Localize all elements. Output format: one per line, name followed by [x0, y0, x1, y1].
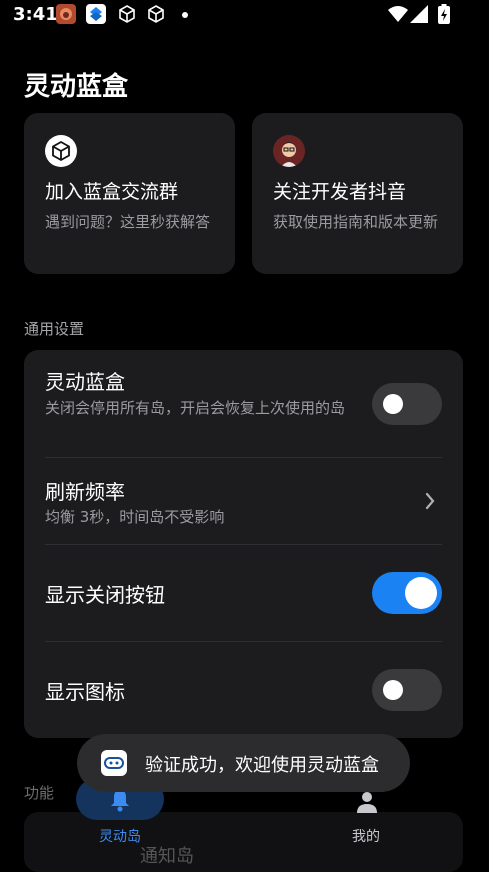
nav-label[interactable]: 我的 [330, 826, 402, 846]
box-icon [117, 4, 137, 24]
app-notification-icon [56, 4, 76, 24]
status-time: 3:41 [13, 4, 58, 25]
battery-charging-icon [438, 4, 450, 28]
setting-title: 灵动蓝盒 [45, 370, 125, 394]
setting-row-refresh-rate[interactable]: 刷新频率 均衡 3秒，时间岛不受影响 [24, 458, 463, 545]
wifi-icon [388, 5, 408, 27]
join-group-card[interactable]: 加入蓝盒交流群 遇到问题？这里秒获解答 [24, 113, 235, 274]
section-title-general-settings: 通用设置 [24, 320, 85, 338]
setting-subtitle: 关闭会停用所有岛，开启会恢复上次使用的岛 [45, 399, 346, 417]
dot-icon [182, 12, 188, 18]
box-icon [146, 4, 166, 24]
card-title: 加入蓝盒交流群 [45, 181, 179, 203]
app-logo-icon [101, 750, 127, 776]
setting-row-show-icon[interactable]: 显示图标 [24, 642, 463, 738]
card-description: 获取使用指南和版本更新 [273, 213, 439, 231]
avatar-icon [273, 135, 305, 167]
toast-message: 验证成功，欢迎使用灵动蓝盒 [145, 755, 379, 776]
card-description: 遇到问题？这里秒获解答 [45, 213, 211, 231]
toggle-knob [383, 680, 403, 700]
toggle-knob [405, 577, 437, 609]
toast-notification: 验证成功，欢迎使用灵动蓝盒 [77, 734, 410, 792]
setting-title: 显示关闭按钮 [45, 583, 165, 607]
signal-icon [410, 5, 428, 27]
master-switch-toggle[interactable] [372, 383, 442, 425]
toggle-knob [383, 394, 403, 414]
follow-developer-card[interactable]: 关注开发者抖音 获取使用指南和版本更新 [252, 113, 463, 274]
setting-row-master-switch[interactable]: 灵动蓝盒 关闭会停用所有岛，开启会恢复上次使用的岛 [24, 350, 463, 458]
chevron-right-icon [425, 492, 435, 514]
box-icon [45, 135, 77, 167]
app-notification-icon [86, 4, 106, 24]
setting-subtitle: 均衡 3秒，时间岛不受影响 [45, 508, 225, 526]
person-icon[interactable] [355, 790, 379, 818]
show-icon-toggle[interactable] [372, 669, 442, 711]
setting-title: 显示图标 [45, 680, 125, 704]
status-bar: 3:41 [0, 0, 489, 30]
bell-icon [108, 788, 132, 816]
general-settings-group: 灵动蓝盒 关闭会停用所有岛，开启会恢复上次使用的岛 刷新频率 均衡 3秒，时间岛… [24, 350, 463, 738]
setting-row-show-close-button[interactable]: 显示关闭按钮 [24, 545, 463, 642]
show-close-button-toggle[interactable] [372, 572, 442, 614]
nav-label[interactable]: 灵动岛 [76, 826, 164, 846]
page-title: 灵动蓝盒 [24, 72, 129, 102]
card-title: 关注开发者抖音 [273, 181, 407, 203]
setting-title: 刷新频率 [45, 480, 125, 504]
